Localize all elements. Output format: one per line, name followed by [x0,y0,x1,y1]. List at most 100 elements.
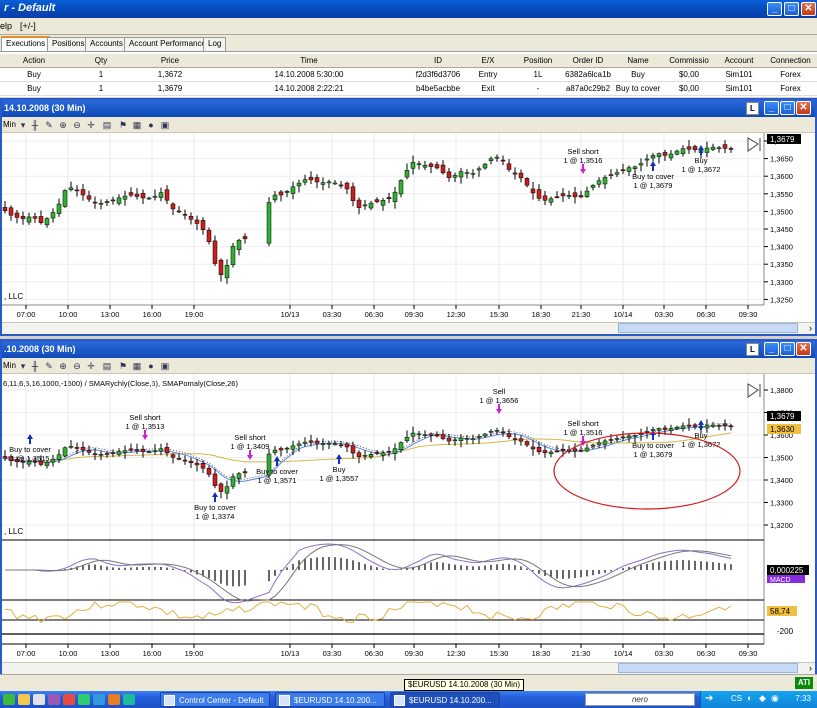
interval-selector[interactable]: Min [3,120,16,129]
link-button[interactable]: L [746,343,759,356]
network-icon[interactable]: ◐ [747,693,752,703]
language-indicator[interactable]: CS [731,694,742,703]
bar-style-icon[interactable]: ╫ [30,361,40,371]
app-icon[interactable] [108,694,120,705]
candle-body [398,180,404,195]
col-connection[interactable]: Connection [764,56,817,65]
dropdown-arrow-icon[interactable]: ▾ [18,120,28,130]
strategy-icon[interactable]: ⚑ [118,120,128,130]
chart2-hscrollbar[interactable]: › [2,662,815,674]
zoom-in-icon[interactable]: ⊕ [58,120,68,130]
close-button[interactable]: ✕ [801,2,816,16]
chart1-close-button[interactable]: ✕ [796,101,811,115]
col-price[interactable]: Price [134,56,206,65]
candle-body [632,435,638,437]
minimize-button[interactable]: _ [767,2,782,16]
app-icon[interactable] [123,694,135,705]
alert-icon[interactable]: ● [146,361,156,371]
col-qty[interactable]: Qty [68,56,134,65]
chart1-minimize-button[interactable]: _ [764,101,779,115]
chart2-plot[interactable]: 6,11,6,5,16,1000,-1600) / SMARychly(Clos… [2,374,815,662]
properties-icon[interactable]: ▤ [102,361,112,371]
col-account[interactable]: Account [714,56,764,65]
alert-icon[interactable]: ● [146,120,156,130]
tab-account-performance[interactable]: Account Performance [124,37,211,51]
cell: 1L [533,70,543,79]
scroll-right-icon[interactable]: › [809,323,812,333]
indicators-icon[interactable]: ▦ [132,361,142,371]
chart1-scroll-thumb[interactable] [618,323,798,333]
zoom-out-icon[interactable]: ⊖ [72,120,82,130]
volume-icon[interactable]: ◉ [771,693,779,704]
menu-help[interactable]: elp [0,21,12,31]
candle-body [680,425,686,429]
app-icon[interactable] [63,694,75,705]
start-icon[interactable] [3,694,15,705]
candle-body [422,164,428,168]
bar-style-icon[interactable]: ╫ [30,120,40,130]
dropdown-arrow-icon[interactable]: ▾ [18,361,28,371]
chart-window-2: .10.2008 (30 Min) L _ □ ✕ Min ▾ ╫ ✎ ⊕ ⊖ … [0,339,817,674]
tab-positions[interactable]: Positions [47,37,90,51]
crosshair-icon[interactable]: ✛ [86,361,96,371]
col-order-id[interactable]: Order ID [564,56,612,65]
pencil-icon[interactable]: ✎ [44,361,54,371]
tab-executions[interactable]: Executions [1,36,51,51]
zoom-out-icon[interactable]: ⊖ [72,361,82,371]
candle-body [50,458,56,463]
col-name[interactable]: Name [612,56,664,65]
desktop-icon[interactable] [33,694,45,705]
chart1-hscrollbar[interactable]: › [2,322,815,334]
menu-expand-collapse[interactable]: [+/-] [20,21,36,31]
col-action[interactable]: Action [0,56,68,65]
candle-body [338,444,344,447]
cci-value-label: 58,74 [770,607,791,616]
data-box-icon[interactable]: ▣ [160,361,170,371]
col-id[interactable]: ID [412,56,464,65]
col-time[interactable]: Time [206,56,412,65]
tab-accounts[interactable]: Accounts [85,37,128,51]
link-button[interactable]: L [746,102,759,115]
strategy-icon[interactable]: ⚑ [118,361,128,371]
col-commission[interactable]: Commissio [664,56,714,65]
arrow-icon[interactable]: ➔ [705,693,713,704]
candle-body [668,153,674,159]
taskbar-item-chart-1[interactable]: $EURUSD 14.10.200... [275,692,385,707]
ie-icon[interactable] [93,694,105,705]
tab-log[interactable]: Log [203,37,227,51]
chart1-maximize-button[interactable]: □ [780,101,795,115]
chart2-minimize-button[interactable]: _ [764,342,779,356]
chart2-close-button[interactable]: ✕ [796,342,811,356]
nero-toolbar[interactable]: nero [585,693,695,706]
taskbar-item-control-center[interactable]: Control Center - Default [160,692,270,707]
candle-body [212,473,218,486]
scroll-right-icon[interactable]: › [809,663,812,673]
table-row[interactable]: Buy 1 1,3672 14.10.2008 5:30:00 f2d3f6d3… [0,68,817,82]
grid-header: Action Qty Price Time ID E/X Position Or… [0,54,817,68]
security-icon[interactable]: ◆ [759,693,766,704]
table-row[interactable]: Buy 1 1,3679 14.10.2008 2:22:21 b4be5acb… [0,82,817,96]
app-icon[interactable] [48,694,60,705]
col-position[interactable]: Position [512,56,564,65]
properties-icon[interactable]: ▤ [102,120,112,130]
pencil-icon[interactable]: ✎ [44,120,54,130]
maximize-button[interactable]: □ [784,2,799,16]
chart1-plot[interactable]: Sell short1 @ 1,3516Buy to cover1 @ 1,36… [2,133,815,322]
crosshair-icon[interactable]: ✛ [86,120,96,130]
folder-icon[interactable] [18,694,30,705]
col-ex[interactable]: E/X [464,56,512,65]
chart2-maximize-button[interactable]: □ [780,342,795,356]
auto-scale-icon[interactable] [747,137,761,152]
candle-body [680,148,686,155]
indicators-icon[interactable]: ▦ [132,120,142,130]
candle-body [710,424,716,427]
candle-body [452,439,458,442]
zoom-in-icon[interactable]: ⊕ [58,361,68,371]
interval-selector[interactable]: Min [3,361,16,370]
chart2-scroll-thumb[interactable] [618,663,798,673]
candle-body [530,446,536,450]
chart2-copyright: , LLC [4,527,23,536]
app-icon[interactable] [78,694,90,705]
taskbar-item-chart-2[interactable]: $EURUSD 14.10.200... [390,692,500,707]
data-box-icon[interactable]: ▣ [160,120,170,130]
